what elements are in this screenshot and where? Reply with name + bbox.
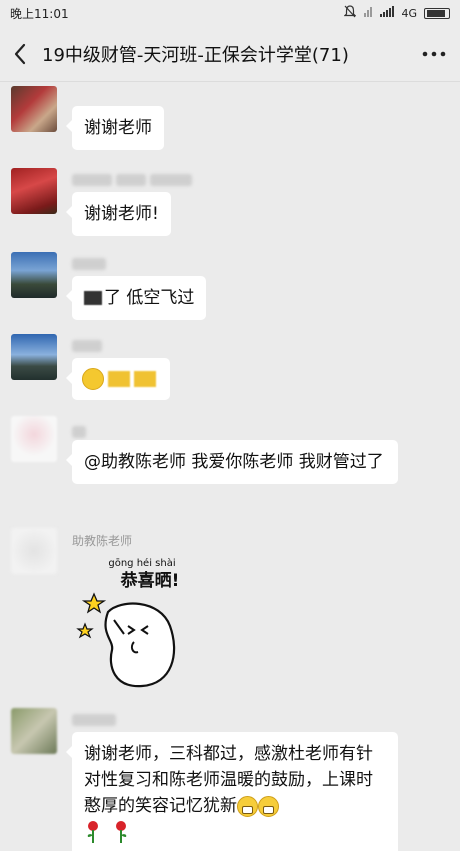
grin-emoji-icon — [258, 795, 279, 817]
avatar[interactable] — [11, 334, 57, 380]
sticker-caption: 恭喜晒! — [120, 570, 180, 591]
avatar[interactable] — [11, 252, 57, 298]
network-type: 4G — [401, 6, 417, 20]
sender-name — [72, 712, 116, 728]
status-icons: 4G — [344, 5, 450, 21]
congrats-sticker[interactable]: gōng héi shài 恭喜晒! — [72, 554, 212, 694]
chevron-left-icon[interactable] — [0, 26, 40, 82]
chat-area[interactable]: 谢谢老师 谢谢老师! 了 低空飞过 @助教陈老师 我爱你陈老师 我财管过了 助教… — [0, 82, 460, 851]
signal-icon — [380, 5, 395, 21]
avatar[interactable] — [11, 168, 57, 214]
message-bubble[interactable]: 谢谢老师! — [66, 192, 171, 236]
message-bubble[interactable]: @助教陈老师 我爱你陈老师 我财管过了 — [66, 440, 398, 484]
emoji-icon — [134, 371, 156, 387]
message-bubble[interactable] — [66, 358, 170, 400]
status-time: 晚上11:01 — [10, 6, 69, 21]
chat-header: 19中级财管-天河班-正保会计学堂(71) — [0, 26, 460, 82]
message-bubble[interactable]: 了 低空飞过 — [65, 276, 207, 320]
redacted-text — [84, 291, 102, 305]
rose-icon — [116, 821, 127, 843]
emoji-icon — [82, 368, 104, 390]
emoji-icon — [108, 371, 130, 387]
avatar[interactable] — [11, 528, 57, 574]
sender-name — [72, 338, 102, 354]
sender-name — [72, 256, 106, 272]
avatar[interactable] — [11, 86, 57, 132]
sender-name — [72, 172, 192, 188]
message-bubble[interactable]: 谢谢老师 — [66, 106, 164, 150]
sender-name: 助教陈老师 — [72, 534, 133, 548]
rose-icon — [87, 821, 98, 843]
sender-name — [72, 424, 86, 440]
message-bubble[interactable]: 谢谢老师，三科都过，感激杜老师有针对性复习和陈老师温暖的鼓励，上课时憨厚的笑容记… — [66, 732, 398, 851]
status-bar: 晚上11:01 4G — [0, 0, 460, 26]
battery-icon — [424, 7, 450, 19]
avatar[interactable] — [11, 416, 57, 462]
chat-title: 19中级财管-天河班-正保会计学堂(71) — [42, 44, 349, 66]
no-signal-icon — [363, 6, 373, 21]
mute-icon — [344, 5, 357, 21]
avatar[interactable] — [11, 708, 57, 754]
sticker-pinyin: gōng héi shài — [108, 557, 175, 569]
more-dots-icon[interactable] — [408, 26, 460, 82]
grin-emoji-icon — [237, 795, 258, 817]
